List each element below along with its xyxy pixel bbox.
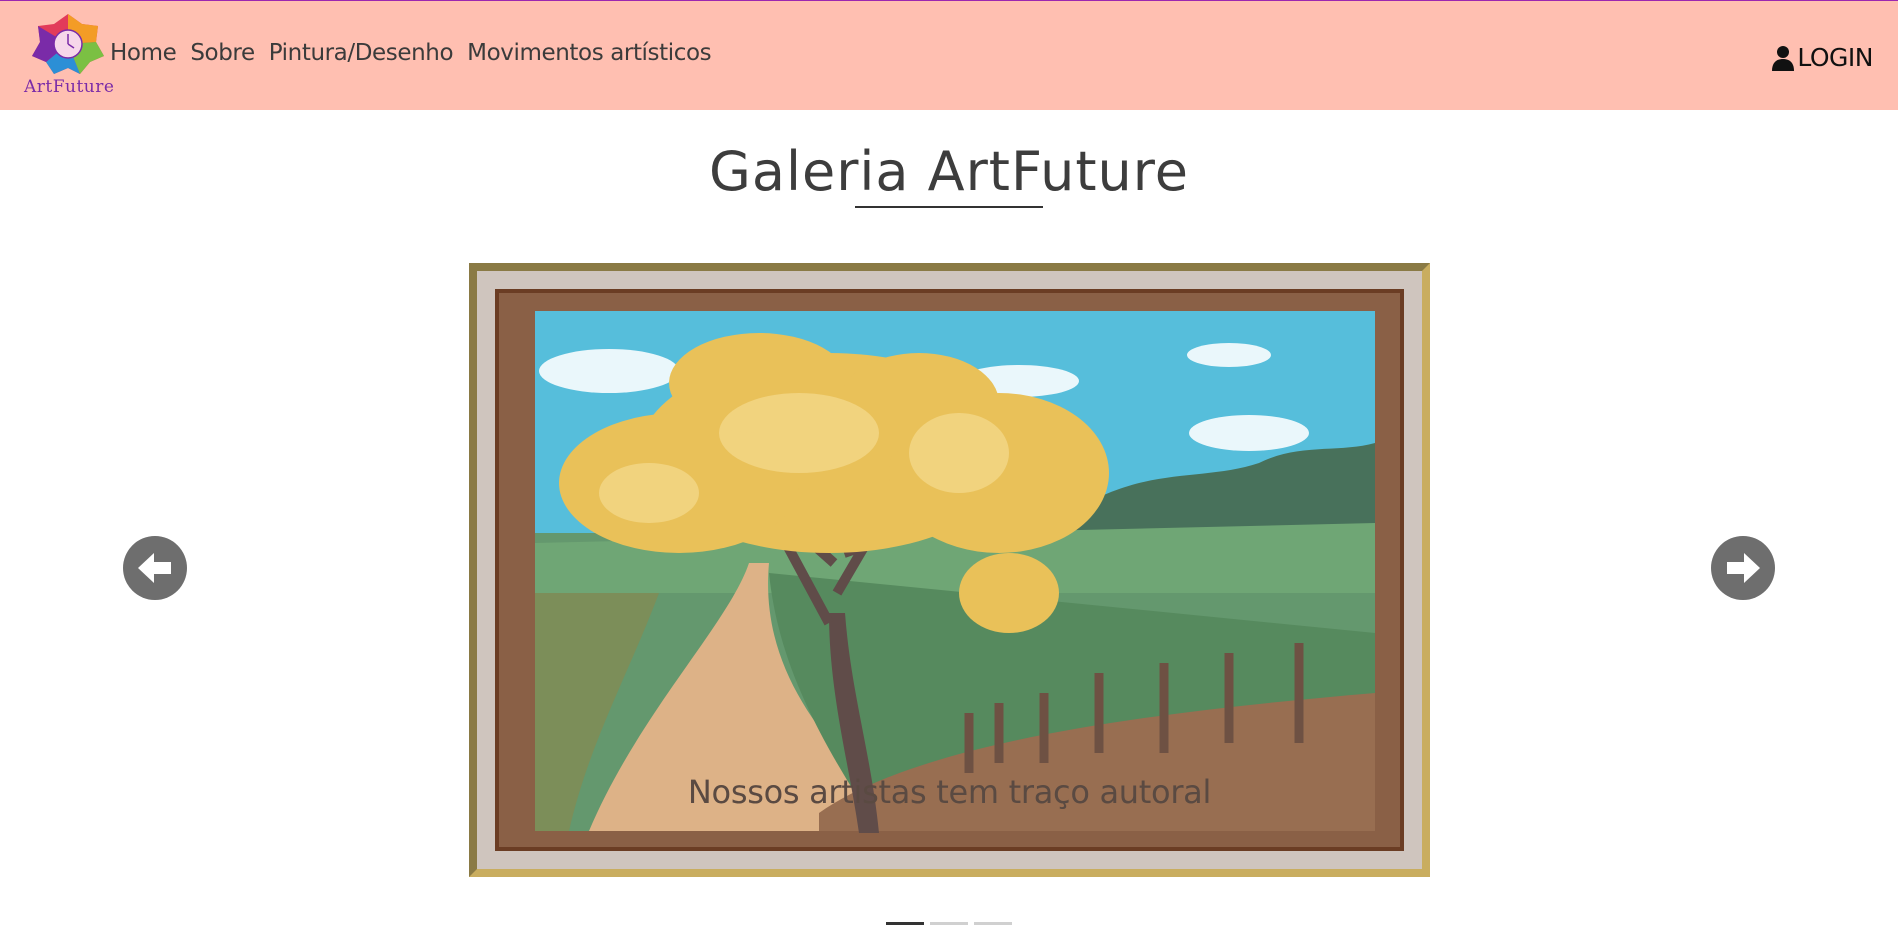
- title-underline: [855, 206, 1043, 208]
- nav-pintura-desenho[interactable]: Pintura/Desenho: [269, 40, 454, 66]
- painting-landscape: [499, 293, 1400, 847]
- flower-clock-logo-icon: [32, 14, 104, 74]
- arrow-left-icon: [138, 553, 171, 583]
- carousel-frame: Nossos artistas tem traço autoral: [469, 263, 1430, 877]
- brand-name: ArtFuture: [24, 77, 115, 97]
- carousel-next-button[interactable]: [1711, 536, 1775, 600]
- arrow-right-icon: [1727, 553, 1760, 583]
- carousel-prev-button[interactable]: [123, 536, 187, 600]
- nav-sobre[interactable]: Sobre: [190, 40, 255, 66]
- nav-home[interactable]: Home: [110, 40, 177, 66]
- user-icon: [1772, 45, 1795, 71]
- brand-logo[interactable]: ArtFuture: [24, 12, 115, 98]
- login-label: LOGIN: [1797, 43, 1873, 72]
- page-title: Galeria ArtFuture: [709, 140, 1189, 203]
- login-button[interactable]: LOGIN: [1771, 43, 1873, 72]
- navbar: ArtFuture Home Sobre Pintura/Desenho Mov…: [0, 1, 1898, 110]
- main-menu: Home Sobre Pintura/Desenho Movimentos ar…: [110, 40, 712, 66]
- nav-movimentos-artisticos[interactable]: Movimentos artísticos: [467, 40, 711, 66]
- slide-caption: Nossos artistas tem traço autoral: [687, 773, 1212, 811]
- slide-painting: Nossos artistas tem traço autoral: [495, 289, 1404, 851]
